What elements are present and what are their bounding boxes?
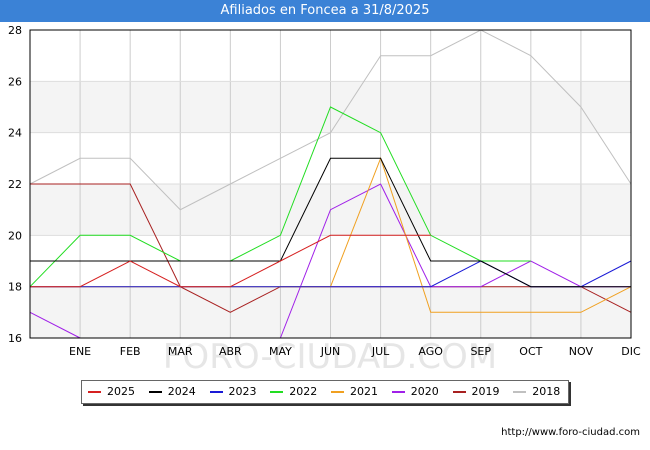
x-tick-label: MAR <box>168 345 193 358</box>
x-tick-label: OCT <box>519 345 542 358</box>
legend-label: 2023 <box>228 385 257 398</box>
y-tick-label: 24 <box>8 127 22 140</box>
y-tick-label: 22 <box>8 178 22 191</box>
x-tick-label: ENE <box>69 345 91 358</box>
legend-swatch <box>209 391 223 393</box>
source-url: http://www.foro-ciudad.com <box>501 427 640 438</box>
y-axis-ticks: 16 18 20 22 24 26 28 <box>8 24 22 345</box>
legend-label: 2024 <box>167 385 196 398</box>
legend-swatch <box>88 391 101 393</box>
y-tick-label: 20 <box>8 229 22 242</box>
y-tick-label: 26 <box>8 75 22 88</box>
x-tick-label: DIC <box>621 345 641 358</box>
legend-swatch <box>331 391 344 393</box>
x-tick-label: AGO <box>418 345 443 358</box>
x-tick-label: JUN <box>320 345 341 358</box>
legend: 2025 2024 2023 2022 2021 2020 2019 2018 <box>81 380 569 404</box>
y-tick-label: 28 <box>8 24 22 37</box>
x-tick-label: FEB <box>120 345 141 358</box>
legend-swatch <box>513 391 527 393</box>
y-tick-label: 16 <box>8 332 22 345</box>
legend-swatch <box>270 391 284 393</box>
x-tick-label: SEP <box>470 345 491 358</box>
x-tick-label: JUL <box>371 345 390 358</box>
legend-label: 2020 <box>410 385 439 398</box>
legend-label: 2022 <box>289 385 318 398</box>
legend-label: 2025 <box>107 385 135 398</box>
legend-swatch <box>148 391 162 393</box>
legend-label: 2019 <box>471 385 500 398</box>
legend-swatch <box>391 391 405 393</box>
legend-label: 2018 <box>532 385 561 398</box>
x-tick-label: NOV <box>569 345 594 358</box>
x-tick-label: ABR <box>219 345 242 358</box>
legend-label: 2021 <box>350 385 378 398</box>
y-tick-label: 18 <box>8 281 22 294</box>
legend-swatch <box>452 391 466 393</box>
x-tick-label: MAY <box>269 345 292 358</box>
